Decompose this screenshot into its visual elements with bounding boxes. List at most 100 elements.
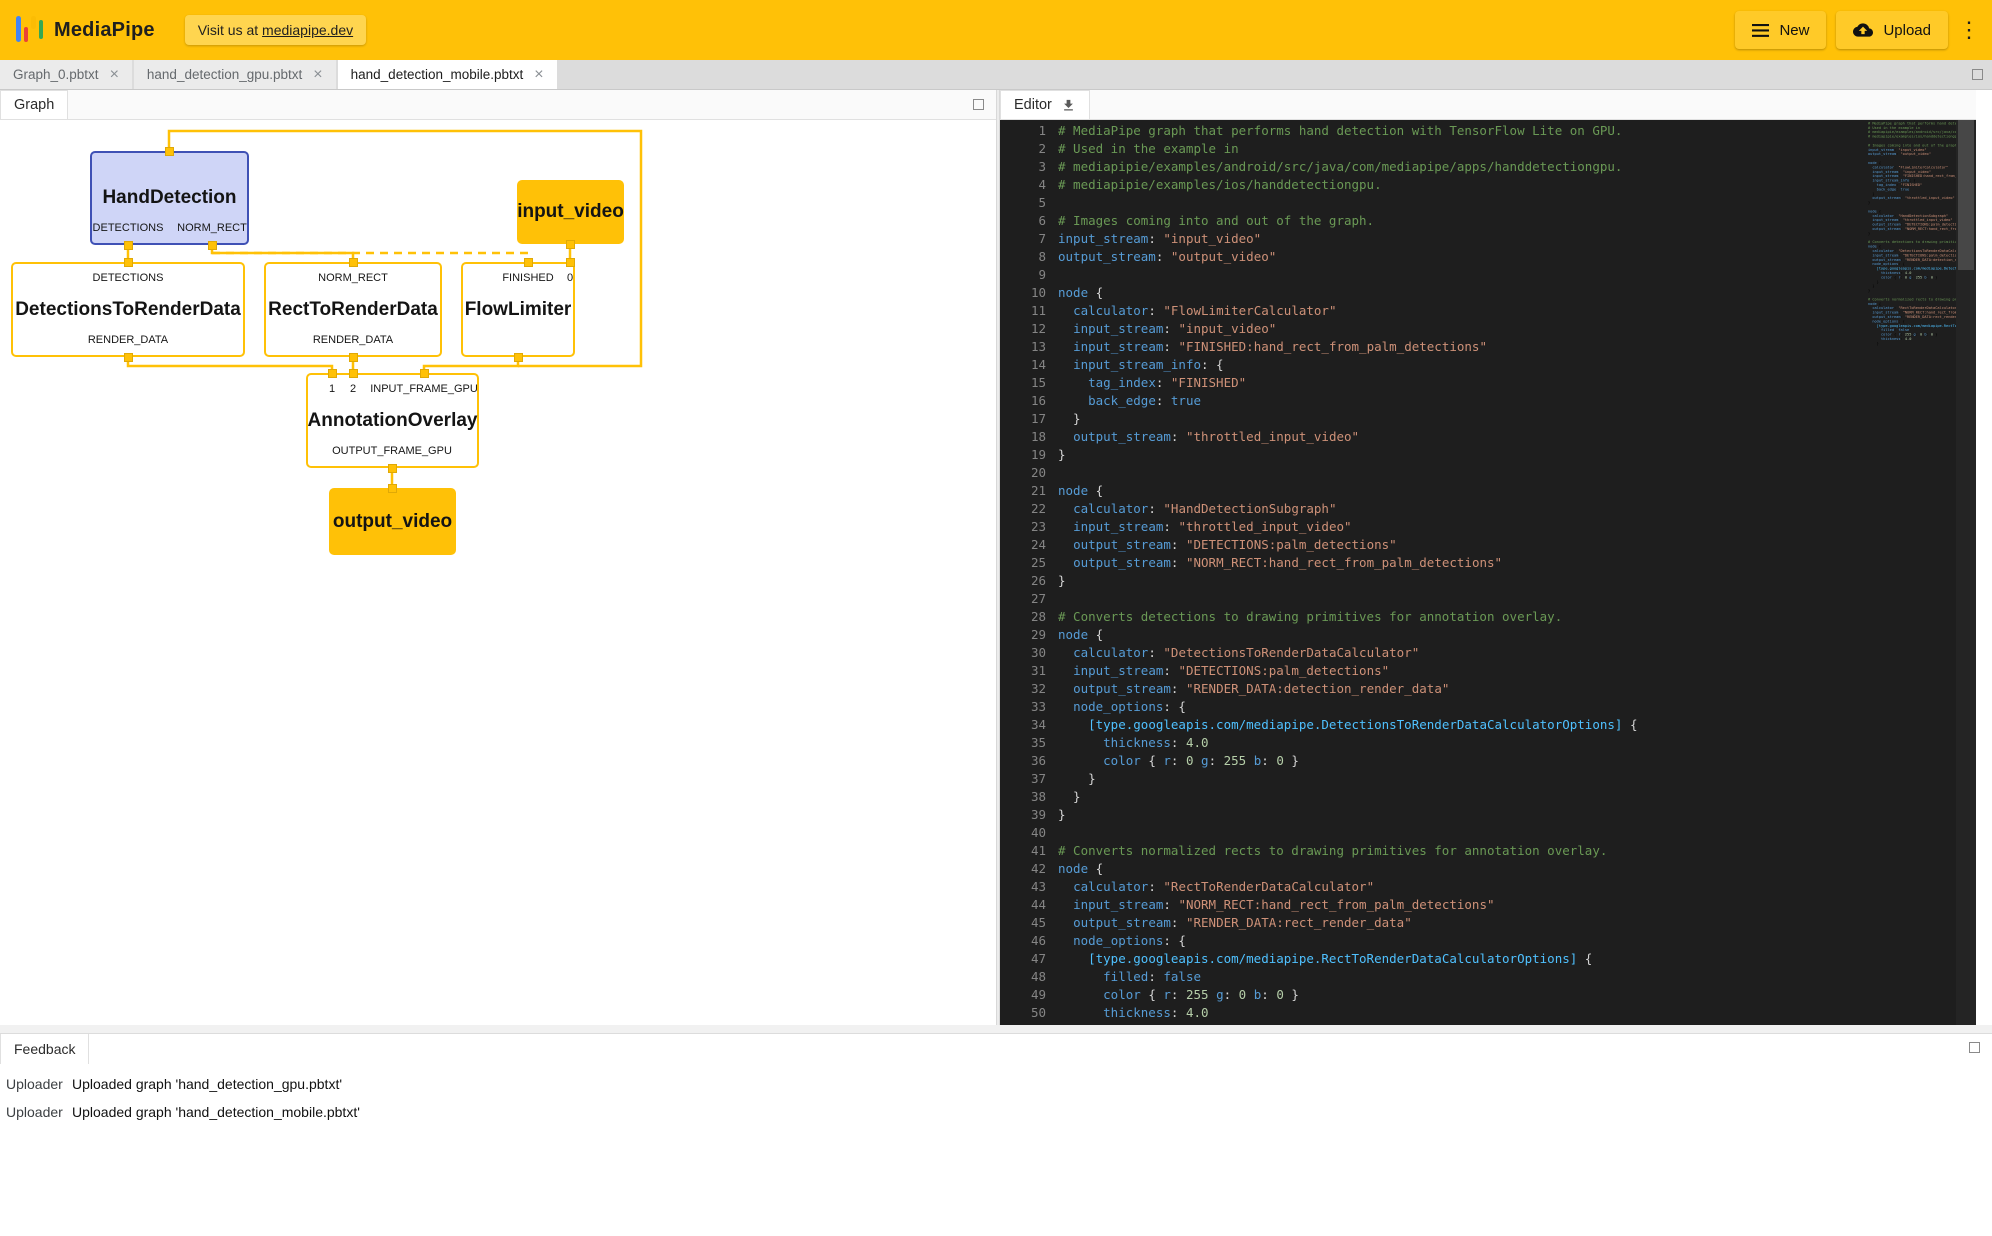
- line-number: 19: [1000, 446, 1058, 464]
- node-port[interactable]: [349, 353, 358, 362]
- line-number: 2: [1000, 140, 1058, 158]
- expand-feedback-icon[interactable]: [1969, 1042, 1980, 1053]
- tab-graph[interactable]: Graph: [0, 90, 68, 119]
- doc-tab-label: hand_detection_gpu.pbtxt: [147, 67, 302, 82]
- line-number: 25: [1000, 554, 1058, 572]
- node-port[interactable]: [349, 369, 358, 378]
- code-line: 14 input_stream_info: {: [1000, 356, 1866, 374]
- graph-node-input_video[interactable]: input_video: [517, 180, 624, 244]
- line-number: 23: [1000, 518, 1058, 536]
- line-number: 5: [1000, 194, 1058, 212]
- code-line: 30 calculator: "DetectionsToRenderDataCa…: [1000, 644, 1866, 662]
- graph-node-output_video[interactable]: output_video: [329, 488, 456, 555]
- code-line: 10node {: [1000, 284, 1866, 302]
- node-port[interactable]: [124, 353, 133, 362]
- feedback-panel: Feedback UploaderUploaded graph 'hand_de…: [0, 1033, 1992, 1236]
- feedback-source: Uploader: [0, 1076, 67, 1092]
- mediapipe-dev-link[interactable]: mediapipe.dev: [262, 22, 353, 38]
- scrollbar-thumb[interactable]: [1958, 120, 1974, 270]
- line-number: 12: [1000, 320, 1058, 338]
- node-port[interactable]: [420, 369, 429, 378]
- doc-tab-label: Graph_0.pbtxt: [13, 67, 99, 82]
- node-port[interactable]: [524, 258, 533, 267]
- code-line: 16 back_edge: true: [1000, 392, 1866, 410]
- tab-close-icon[interactable]: ×: [313, 67, 322, 83]
- graph-panel: Graph HandDetectionDETECTIONSNORM_RECT in…: [0, 90, 996, 1025]
- code-line: 22 calculator: "HandDetectionSubgraph": [1000, 500, 1866, 518]
- node-port[interactable]: [124, 258, 133, 267]
- graph-node-detectionstorenderdata[interactable]: DetectionsToRenderDataDETECTIONSRENDER_D…: [11, 262, 245, 357]
- port-label: RENDER_DATA: [88, 334, 168, 346]
- download-icon[interactable]: [1061, 98, 1076, 113]
- node-port[interactable]: [165, 147, 174, 156]
- popout-icon[interactable]: [1972, 69, 1983, 80]
- expand-graph-icon[interactable]: [973, 99, 984, 110]
- code-line: 28# Converts detections to drawing primi…: [1000, 608, 1866, 626]
- new-button[interactable]: New: [1735, 11, 1826, 49]
- doc-tab-hand_detection_gpu.pbtxt[interactable]: hand_detection_gpu.pbtxt ×: [134, 60, 336, 89]
- graph-canvas[interactable]: HandDetectionDETECTIONSNORM_RECT input_vi…: [0, 120, 996, 1025]
- doc-tab-hand_detection_mobile.pbtxt[interactable]: hand_detection_mobile.pbtxt×: [338, 60, 557, 89]
- node-port[interactable]: [514, 353, 523, 362]
- tab-close-icon[interactable]: ×: [534, 67, 543, 83]
- node-title: output_video: [333, 511, 452, 533]
- visit-pill[interactable]: Visit us at mediapipe.dev: [185, 15, 366, 45]
- code-line: 50 thickness: 4.0: [1000, 1004, 1866, 1022]
- graph-node-handdetection[interactable]: HandDetectionDETECTIONSNORM_RECT: [90, 151, 249, 245]
- topbar-actions: New Upload ⋮: [1735, 11, 1976, 49]
- visit-label: Visit us at: [198, 22, 258, 38]
- code-line: 23 input_stream: "throttled_input_video": [1000, 518, 1866, 536]
- node-port[interactable]: [566, 240, 575, 249]
- feedback-row: UploaderUploaded graph 'hand_detection_m…: [0, 1098, 1992, 1126]
- graph-edge: [424, 357, 518, 373]
- code-line: 46 node_options: {: [1000, 932, 1866, 950]
- upload-button[interactable]: Upload: [1836, 11, 1948, 49]
- code-editor[interactable]: 1# MediaPipe graph that performs hand de…: [1000, 120, 1976, 1025]
- code-line: 5: [1000, 194, 1866, 212]
- line-number: 15: [1000, 374, 1058, 392]
- node-port[interactable]: [349, 258, 358, 267]
- feedback-tab-label: Feedback: [14, 1041, 75, 1057]
- line-number: 38: [1000, 788, 1058, 806]
- line-number: 40: [1000, 824, 1058, 842]
- code-line: 48 filled: false: [1000, 968, 1866, 986]
- more-options-icon[interactable]: ⋮: [1958, 11, 1976, 49]
- doc-tab-Graph_0.pbtxt[interactable]: Graph_0.pbtxt ×: [0, 60, 132, 89]
- editor-minimap[interactable]: # MediaPipe graph that performs hand det…: [1868, 120, 1956, 1025]
- tab-feedback[interactable]: Feedback: [0, 1034, 89, 1064]
- node-port[interactable]: [124, 241, 133, 250]
- graph-node-recttorenderdata[interactable]: RectToRenderDataNORM_RECTRENDER_DATA: [264, 262, 442, 357]
- code-line: 47 [type.googleapis.com/mediapipe.RectTo…: [1000, 950, 1866, 968]
- tab-editor[interactable]: Editor: [1000, 90, 1090, 119]
- feedback-message: Uploaded graph 'hand_detection_mobile.pb…: [67, 1104, 360, 1120]
- node-port[interactable]: [208, 241, 217, 250]
- code-line: 7input_stream: "input_video": [1000, 230, 1866, 248]
- line-number: 41: [1000, 842, 1058, 860]
- graph-edges-layer: [0, 120, 996, 1025]
- line-number: 20: [1000, 464, 1058, 482]
- line-number: 37: [1000, 770, 1058, 788]
- node-port[interactable]: [328, 369, 337, 378]
- code-line: 3# mediapipie/examples/android/src/java/…: [1000, 158, 1866, 176]
- editor-scrollbar[interactable]: [1956, 120, 1976, 1025]
- code-line: 15 tag_index: "FINISHED": [1000, 374, 1866, 392]
- line-number: 8: [1000, 248, 1058, 266]
- graph-node-annotationoverlay[interactable]: AnnotationOverlay12INPUT_FRAME_GPUOUTPUT…: [306, 373, 479, 468]
- code-line: 19}: [1000, 446, 1866, 464]
- tab-close-icon[interactable]: ×: [110, 67, 119, 83]
- horizontal-splitter[interactable]: [0, 1025, 1992, 1033]
- line-number: 49: [1000, 986, 1058, 1004]
- line-number: 45: [1000, 914, 1058, 932]
- graph-node-flowlimiter[interactable]: FlowLimiterFINISHED0: [461, 262, 575, 357]
- code-line: 49 color { r: 255 g: 0 b: 0 }: [1000, 986, 1866, 1004]
- editor-tab-label: Editor: [1014, 97, 1052, 113]
- node-title: RectToRenderData: [268, 299, 438, 321]
- code-line: 43 calculator: "RectToRenderDataCalculat…: [1000, 878, 1866, 896]
- node-port[interactable]: [388, 464, 397, 473]
- node-port[interactable]: [566, 258, 575, 267]
- code-line: 11 calculator: "FlowLimiterCalculator": [1000, 302, 1866, 320]
- node-port[interactable]: [388, 484, 397, 493]
- code-line: 45 output_stream: "RENDER_DATA:rect_rend…: [1000, 914, 1866, 932]
- code-line: 36 color { r: 0 g: 255 b: 0 }: [1000, 752, 1866, 770]
- code-line: 4# mediapipie/examples/ios/handdetection…: [1000, 176, 1866, 194]
